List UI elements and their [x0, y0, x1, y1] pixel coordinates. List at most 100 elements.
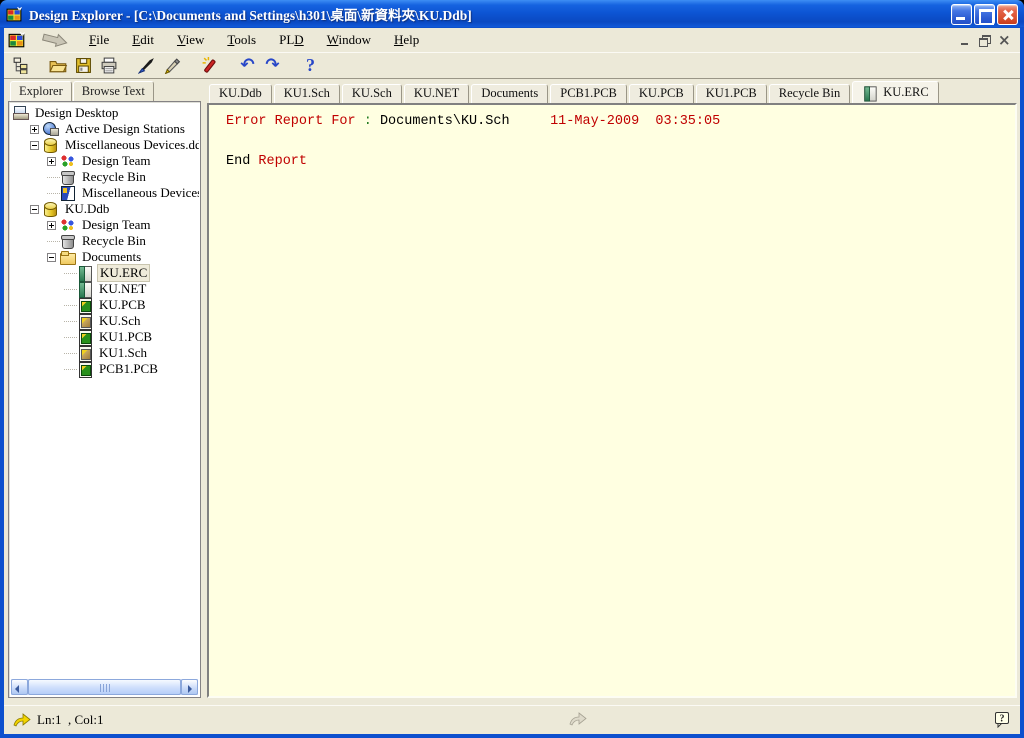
tree-item[interactable]: Recycle Bin [10, 233, 199, 249]
statusbar: Ln:1 , Col:1 ? [4, 705, 1020, 734]
tree-connector [64, 337, 77, 338]
tree-item-label: Active Design Stations [63, 121, 187, 137]
recycle-icon [60, 170, 76, 184]
maximize-button[interactable] [974, 4, 995, 25]
svg-text:?: ? [1000, 714, 1005, 725]
redo-button[interactable]: ↷ [260, 53, 285, 77]
tab-browse-text[interactable]: Browse Text [73, 81, 154, 101]
scroll-right-button[interactable] [181, 679, 198, 695]
tree-item[interactable]: Active Design Stations [10, 121, 199, 137]
doc-text-icon [77, 282, 93, 296]
tree-item[interactable]: KU1.Sch [10, 345, 199, 361]
tab-explorer[interactable]: Explorer [10, 81, 72, 102]
tree-item[interactable]: Design Team [10, 217, 199, 233]
tree-item-label: KU1.PCB [97, 329, 154, 345]
context-help-icon[interactable]: ? [994, 711, 1010, 728]
wand-icon [201, 56, 219, 74]
tree-item[interactable]: KU.ERC [10, 265, 199, 281]
horizontal-scrollbar[interactable] [11, 679, 198, 695]
minimize-button[interactable] [951, 4, 972, 25]
menu-file[interactable]: File [80, 30, 118, 50]
tree-expand-plus-icon[interactable] [47, 157, 56, 166]
tree-item-label: Miscellaneous Devices.lib [80, 185, 199, 201]
doctab-recycle-bin[interactable]: Recycle Bin [769, 84, 850, 103]
doc-sch-icon [77, 314, 93, 328]
mdi-minimize-button[interactable] [957, 33, 974, 48]
tree-item-label: Recycle Bin [80, 169, 148, 185]
doc-sch-icon [77, 346, 93, 360]
doctab-label: Recycle Bin [779, 86, 840, 101]
tree-item[interactable]: Recycle Bin [10, 169, 199, 185]
tree-item[interactable]: KU.Ddb [10, 201, 199, 217]
menu-window[interactable]: Window [318, 30, 380, 50]
tree-item-label: KU.NET [97, 281, 148, 297]
titlebar[interactable]: Design Explorer - [C:\Documents and Sett… [0, 0, 1024, 28]
menu-tools[interactable]: Tools [218, 30, 265, 50]
window-title: Design Explorer - [C:\Documents and Sett… [29, 4, 949, 24]
tree-expand-minus-icon[interactable] [47, 253, 56, 262]
tree-item[interactable]: Design Team [10, 153, 199, 169]
tree-item[interactable]: Design Desktop [10, 105, 199, 121]
scroll-left-button[interactable] [11, 679, 28, 695]
tree-item[interactable]: KU.NET [10, 281, 199, 297]
doctab-label: KU.PCB [639, 86, 684, 101]
menu-pld[interactable]: PLD [270, 30, 313, 50]
tree-connector [64, 273, 77, 274]
tree-expand-minus-icon[interactable] [30, 205, 39, 214]
pen-button[interactable] [159, 53, 184, 77]
drag-arrow-icon [40, 32, 70, 48]
tree-item[interactable]: KU.PCB [10, 297, 199, 313]
tree-expand-plus-icon[interactable] [30, 125, 39, 134]
mdi-restore-button[interactable] [976, 33, 993, 48]
undo-button[interactable]: ↶ [235, 53, 260, 77]
print-button[interactable] [96, 53, 121, 77]
mdi-close-button[interactable] [995, 33, 1012, 48]
save-icon [75, 57, 92, 74]
tree-item-label: KU.Sch [97, 313, 143, 329]
doctab-ku.sch[interactable]: KU.Sch [342, 84, 402, 103]
menu-edit[interactable]: Edit [123, 30, 163, 50]
tree-connector [47, 241, 60, 242]
team-icon [60, 218, 76, 232]
doctab-ku.ddb[interactable]: KU.Ddb [209, 84, 272, 103]
team-icon [60, 154, 76, 168]
tree-connector [47, 177, 60, 178]
tree-item-label: Documents [80, 249, 143, 265]
doctab-ku.erc[interactable]: KU.ERC [852, 81, 939, 103]
tree-item-label: KU1.Sch [97, 345, 149, 361]
tree-item[interactable]: Miscellaneous Devices.lib [10, 185, 199, 201]
scrollbar-thumb[interactable] [28, 679, 181, 695]
tree-item[interactable]: Miscellaneous Devices.ddb [10, 137, 199, 153]
print-icon [100, 57, 118, 74]
doctab-label: KU1.PCB [706, 86, 757, 101]
tree-item[interactable]: PCB1.PCB [10, 361, 199, 377]
document-app-icon[interactable] [8, 31, 26, 49]
menu-view[interactable]: View [168, 30, 213, 50]
help-button[interactable]: ? [298, 53, 323, 77]
doctab-ku1.pcb[interactable]: KU1.PCB [696, 84, 767, 103]
menubar: FileEditViewToolsPLDWindowHelp [4, 28, 1020, 52]
tree-item-label: Design Desktop [33, 105, 120, 121]
doctab-pcb1.pcb[interactable]: PCB1.PCB [550, 84, 627, 103]
tree-item[interactable]: KU.Sch [10, 313, 199, 329]
report-view[interactable]: Error Report For : Documents\KU.Sch 11-M… [207, 103, 1017, 698]
doctab-ku.pcb[interactable]: KU.PCB [629, 84, 694, 103]
explorer-toggle-button[interactable] [8, 53, 33, 77]
wand-button[interactable] [197, 53, 222, 77]
tree-expand-plus-icon[interactable] [47, 221, 56, 230]
tree-item[interactable]: Documents [10, 249, 199, 265]
doctab-ku1.sch[interactable]: KU1.Sch [274, 84, 340, 103]
doctab-documents[interactable]: Documents [471, 84, 548, 103]
nav-arrow-yellow-icon [13, 713, 31, 727]
knife-button[interactable] [134, 53, 159, 77]
doctab-ku.net[interactable]: KU.NET [404, 84, 469, 103]
tree-item[interactable]: KU1.PCB [10, 329, 199, 345]
tree-expand-minus-icon[interactable] [30, 141, 39, 150]
menu-help[interactable]: Help [385, 30, 428, 50]
open-folder-button[interactable] [46, 53, 71, 77]
nav-arrow-gray-icon [569, 712, 587, 726]
tree-connector [64, 289, 77, 290]
doctab-label: KU.NET [414, 86, 459, 101]
close-button[interactable] [997, 4, 1018, 25]
save-button[interactable] [71, 53, 96, 77]
